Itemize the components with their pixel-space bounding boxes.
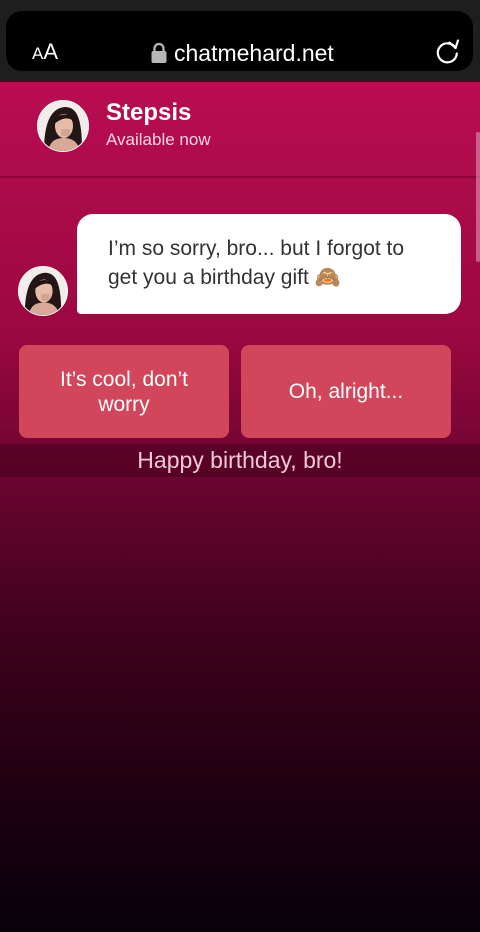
subtitle-bar: Happy birthday, bro! <box>0 444 480 477</box>
url-pill[interactable]: AA chatmehard.net <box>6 11 473 71</box>
message-bubble: I’m so sorry, bro... but I forgot to get… <box>77 214 461 314</box>
reload-icon[interactable] <box>434 39 461 66</box>
chat-page: AA chatmehard.net Stepsis Available now … <box>0 0 480 932</box>
url-field[interactable]: chatmehard.net <box>150 37 334 69</box>
message-avatar <box>18 266 68 316</box>
contact-name: Stepsis <box>106 99 192 126</box>
url-text: chatmehard.net <box>174 40 334 66</box>
lock-icon <box>151 42 167 63</box>
contact-status: Available now <box>106 130 211 149</box>
reply-button-its-cool[interactable]: It’s cool, don’t worry <box>19 345 229 438</box>
reply-label: It’s cool, don’t worry <box>59 367 189 416</box>
subtitle-text: Happy birthday, bro! <box>137 447 343 473</box>
browser-address-bar: AA chatmehard.net <box>0 0 480 82</box>
text-size-large-letter: A <box>43 39 59 64</box>
text-size-small-letter: A <box>32 44 44 63</box>
reply-label: Oh, alright... <box>288 380 404 403</box>
avatar[interactable] <box>37 100 89 152</box>
scrollbar[interactable] <box>476 132 480 262</box>
text-size-button[interactable]: AA <box>32 38 58 68</box>
avatar-photo <box>19 267 67 315</box>
chat-header: Stepsis Available now <box>0 82 480 178</box>
reply-button-oh-alright[interactable]: Oh, alright... <box>241 345 451 438</box>
avatar-photo <box>38 101 88 151</box>
